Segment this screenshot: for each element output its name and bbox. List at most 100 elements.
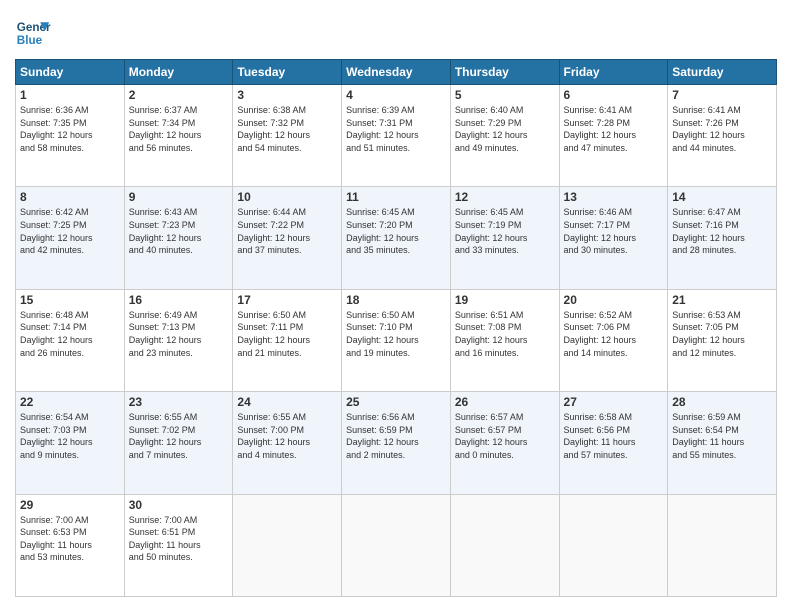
calendar-cell: 10Sunrise: 6:44 AM Sunset: 7:22 PM Dayli… — [233, 187, 342, 289]
calendar-cell: 9 Sunrise: 6:43 AM Sunset: 7:23 PM Daylig… — [124, 187, 233, 289]
calendar-cell: 11 Sunrise: 6:45 AM Sunset: 7:20 PM Dayli… — [342, 187, 451, 289]
cell-text: Sunrise: 6:47 AM Sunset: 7:16 PM Dayligh… — [672, 206, 772, 256]
cell-text: Sunrise: 6:50 AM Sunset: 7:11 PM Dayligh… — [237, 309, 337, 359]
cell-text: Sunrise: 6:55 AM Sunset: 7:00 PM Dayligh… — [237, 411, 337, 461]
day-number: 18 — [346, 293, 446, 307]
calendar-cell: 20 Sunrise: 6:52 AM Sunset: 7:06 PM Dayli… — [559, 289, 668, 391]
day-number: 10 — [237, 190, 337, 204]
day-number: 7 — [672, 88, 772, 102]
cell-text: Sunrise: 6:55 AM Sunset: 7:02 PM Dayligh… — [129, 411, 229, 461]
calendar-cell: 7 Sunrise: 6:41 AM Sunset: 7:26 PM Daylig… — [668, 85, 777, 187]
day-header-tuesday: Tuesday — [233, 60, 342, 85]
calendar-cell: 19 Sunrise: 6:51 AM Sunset: 7:08 PM Dayli… — [450, 289, 559, 391]
calendar-cell: 4 Sunrise: 6:39 AM Sunset: 7:31 PM Daylig… — [342, 85, 451, 187]
calendar-week-3: 15 Sunrise: 6:48 AM Sunset: 7:14 PM Dayli… — [16, 289, 777, 391]
day-header-monday: Monday — [124, 60, 233, 85]
calendar-cell: 13Sunrise: 6:46 AM Sunset: 7:17 PM Dayli… — [559, 187, 668, 289]
day-number: 21 — [672, 293, 772, 307]
calendar-cell: 26 Sunrise: 6:57 AM Sunset: 6:57 PM Dayli… — [450, 392, 559, 494]
day-header-wednesday: Wednesday — [342, 60, 451, 85]
calendar-cell: 22 Sunrise: 6:54 AM Sunset: 7:03 PM Dayli… — [16, 392, 125, 494]
svg-text:Blue: Blue — [17, 34, 43, 47]
day-number: 22 — [20, 395, 120, 409]
calendar-cell: 1 Sunrise: 6:36 AM Sunset: 7:35 PM Daylig… — [16, 85, 125, 187]
cell-text: Sunrise: 6:41 AM Sunset: 7:26 PM Dayligh… — [672, 104, 772, 154]
day-number: 17 — [237, 293, 337, 307]
calendar-cell: 2 Sunrise: 6:37 AM Sunset: 7:34 PM Daylig… — [124, 85, 233, 187]
calendar-cell: 6 Sunrise: 6:41 AM Sunset: 7:28 PM Daylig… — [559, 85, 668, 187]
day-number: 28 — [672, 395, 772, 409]
calendar-cell: 5 Sunrise: 6:40 AM Sunset: 7:29 PM Daylig… — [450, 85, 559, 187]
day-number: 3 — [237, 88, 337, 102]
calendar-header-row: SundayMondayTuesdayWednesdayThursdayFrid… — [16, 60, 777, 85]
cell-text: Sunrise: 6:37 AM Sunset: 7:34 PM Dayligh… — [129, 104, 229, 154]
cell-text: Sunrise: 6:40 AM Sunset: 7:29 PM Dayligh… — [455, 104, 555, 154]
calendar-cell: 27 Sunrise: 6:58 AM Sunset: 6:56 PM Dayli… — [559, 392, 668, 494]
day-number: 15 — [20, 293, 120, 307]
cell-text: Sunrise: 6:45 AM Sunset: 7:19 PM Dayligh… — [455, 206, 555, 256]
day-number: 2 — [129, 88, 229, 102]
cell-text: Sunrise: 6:46 AM Sunset: 7:17 PM Dayligh… — [564, 206, 664, 256]
calendar-week-1: 1 Sunrise: 6:36 AM Sunset: 7:35 PM Daylig… — [16, 85, 777, 187]
calendar-cell: 14 Sunrise: 6:47 AM Sunset: 7:16 PM Dayli… — [668, 187, 777, 289]
cell-text: Sunrise: 6:41 AM Sunset: 7:28 PM Dayligh… — [564, 104, 664, 154]
cell-text: Sunrise: 6:48 AM Sunset: 7:14 PM Dayligh… — [20, 309, 120, 359]
day-number: 1 — [20, 88, 120, 102]
day-number: 16 — [129, 293, 229, 307]
cell-text: Sunrise: 6:45 AM Sunset: 7:20 PM Dayligh… — [346, 206, 446, 256]
calendar-cell: 23 Sunrise: 6:55 AM Sunset: 7:02 PM Dayli… — [124, 392, 233, 494]
day-number: 11 — [346, 190, 446, 204]
day-header-sunday: Sunday — [16, 60, 125, 85]
cell-text: Sunrise: 6:52 AM Sunset: 7:06 PM Dayligh… — [564, 309, 664, 359]
cell-text: Sunrise: 6:38 AM Sunset: 7:32 PM Dayligh… — [237, 104, 337, 154]
calendar-cell: 15 Sunrise: 6:48 AM Sunset: 7:14 PM Dayli… — [16, 289, 125, 391]
calendar-cell: 30Sunrise: 7:00 AM Sunset: 6:51 PM Dayli… — [124, 494, 233, 596]
calendar-cell: 29Sunrise: 7:00 AM Sunset: 6:53 PM Dayli… — [16, 494, 125, 596]
day-number: 27 — [564, 395, 664, 409]
calendar-cell: 12 Sunrise: 6:45 AM Sunset: 7:19 PM Dayli… — [450, 187, 559, 289]
cell-text: Sunrise: 6:54 AM Sunset: 7:03 PM Dayligh… — [20, 411, 120, 461]
day-number: 14 — [672, 190, 772, 204]
calendar-cell: 3 Sunrise: 6:38 AM Sunset: 7:32 PM Daylig… — [233, 85, 342, 187]
cell-text: Sunrise: 6:51 AM Sunset: 7:08 PM Dayligh… — [455, 309, 555, 359]
cell-text: Sunrise: 7:00 AM Sunset: 6:53 PM Dayligh… — [20, 514, 120, 564]
calendar-cell: 16 Sunrise: 6:49 AM Sunset: 7:13 PM Dayli… — [124, 289, 233, 391]
day-number: 26 — [455, 395, 555, 409]
day-header-saturday: Saturday — [668, 60, 777, 85]
cell-text: Sunrise: 6:57 AM Sunset: 6:57 PM Dayligh… — [455, 411, 555, 461]
calendar-cell: 18Sunrise: 6:50 AM Sunset: 7:10 PM Dayli… — [342, 289, 451, 391]
calendar-week-4: 22 Sunrise: 6:54 AM Sunset: 7:03 PM Dayli… — [16, 392, 777, 494]
calendar-cell: 28Sunrise: 6:59 AM Sunset: 6:54 PM Dayli… — [668, 392, 777, 494]
calendar-table: SundayMondayTuesdayWednesdayThursdayFrid… — [15, 59, 777, 597]
day-number: 20 — [564, 293, 664, 307]
day-number: 9 — [129, 190, 229, 204]
cell-text: Sunrise: 6:39 AM Sunset: 7:31 PM Dayligh… — [346, 104, 446, 154]
day-header-friday: Friday — [559, 60, 668, 85]
cell-text: Sunrise: 6:58 AM Sunset: 6:56 PM Dayligh… — [564, 411, 664, 461]
header: General Blue — [15, 15, 777, 51]
day-number: 12 — [455, 190, 555, 204]
cell-text: Sunrise: 6:36 AM Sunset: 7:35 PM Dayligh… — [20, 104, 120, 154]
day-number: 23 — [129, 395, 229, 409]
calendar-cell: 25Sunrise: 6:56 AM Sunset: 6:59 PM Dayli… — [342, 392, 451, 494]
day-number: 19 — [455, 293, 555, 307]
logo: General Blue — [15, 15, 51, 51]
calendar-cell: 17 Sunrise: 6:50 AM Sunset: 7:11 PM Dayli… — [233, 289, 342, 391]
calendar-cell: 24 Sunrise: 6:55 AM Sunset: 7:00 PM Dayli… — [233, 392, 342, 494]
day-number: 5 — [455, 88, 555, 102]
day-number: 6 — [564, 88, 664, 102]
calendar-cell — [342, 494, 451, 596]
cell-text: Sunrise: 6:43 AM Sunset: 7:23 PM Dayligh… — [129, 206, 229, 256]
day-number: 30 — [129, 498, 229, 512]
page: General Blue SundayMondayTuesdayWednesda… — [0, 0, 792, 612]
cell-text: Sunrise: 6:56 AM Sunset: 6:59 PM Dayligh… — [346, 411, 446, 461]
cell-text: Sunrise: 6:42 AM Sunset: 7:25 PM Dayligh… — [20, 206, 120, 256]
cell-text: Sunrise: 6:49 AM Sunset: 7:13 PM Dayligh… — [129, 309, 229, 359]
day-number: 4 — [346, 88, 446, 102]
calendar-cell — [668, 494, 777, 596]
calendar-cell — [450, 494, 559, 596]
day-header-thursday: Thursday — [450, 60, 559, 85]
calendar-week-2: 8Sunrise: 6:42 AM Sunset: 7:25 PM Daylig… — [16, 187, 777, 289]
day-number: 24 — [237, 395, 337, 409]
calendar-cell — [559, 494, 668, 596]
